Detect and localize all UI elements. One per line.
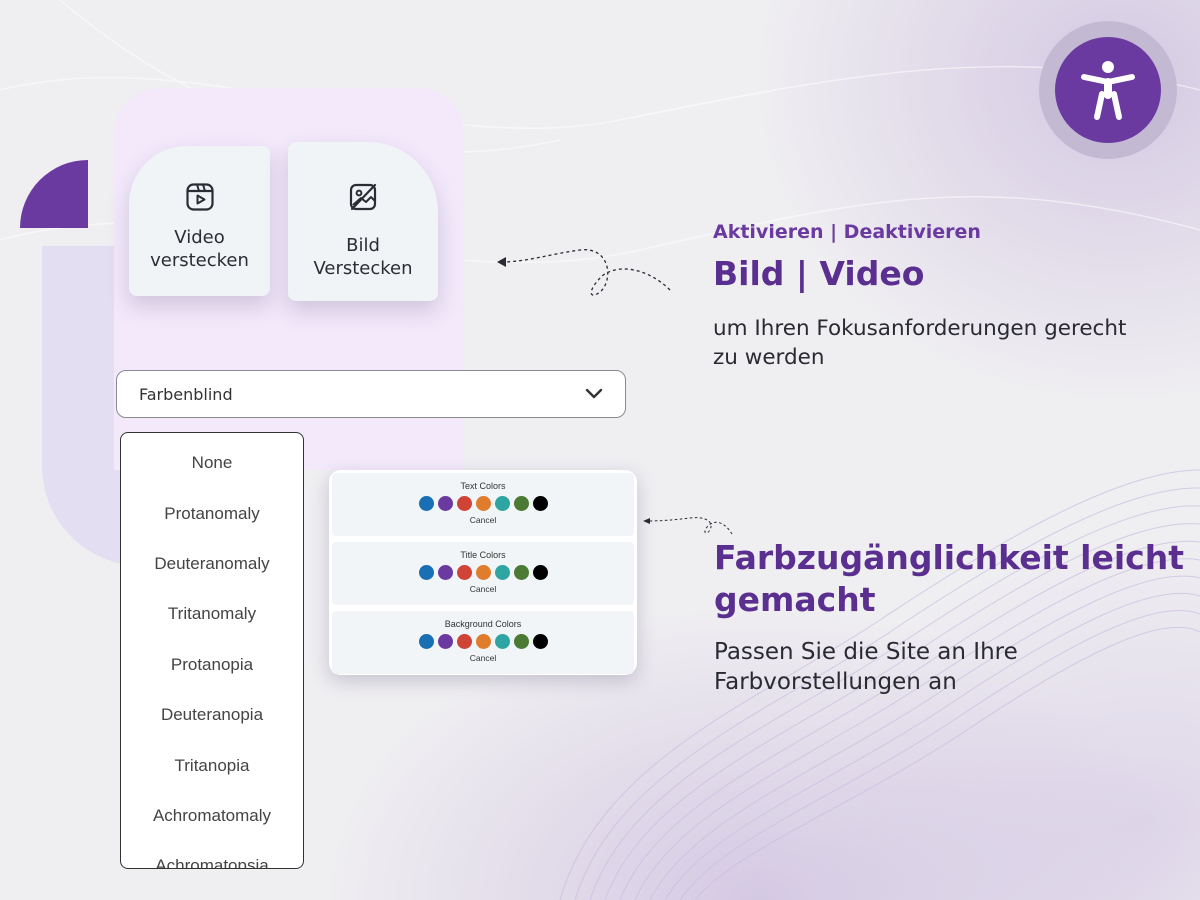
title-colors-section: Title Colors Cancel xyxy=(332,542,634,605)
color-swatch[interactable] xyxy=(456,565,472,580)
text-colors-section: Text Colors Cancel xyxy=(332,473,634,536)
color-swatch[interactable] xyxy=(437,565,453,580)
color-swatch[interactable] xyxy=(513,496,529,511)
dotted-arrow-2 xyxy=(643,517,733,535)
color-swatch[interactable] xyxy=(456,496,472,511)
option-achromatomaly[interactable]: Achromatomaly xyxy=(121,791,303,841)
colorblind-select-value: Farbenblind xyxy=(139,384,233,404)
color-swatch[interactable] xyxy=(418,634,434,649)
feature2-title: Farbzugänglichkeit leicht gemacht xyxy=(714,538,1185,619)
color-swatch[interactable] xyxy=(532,565,548,580)
dotted-arrow-1 xyxy=(497,249,671,296)
color-swatch[interactable] xyxy=(475,634,491,649)
option-protanomaly[interactable]: Protanomaly xyxy=(121,488,303,538)
background-colors-title: Background Colors xyxy=(444,619,522,629)
color-swatch[interactable] xyxy=(494,634,510,649)
color-swatch[interactable] xyxy=(513,565,529,580)
color-swatch[interactable] xyxy=(456,634,472,649)
colorblind-options-list[interactable]: None Protanomaly Deuteranomaly Tritanoma… xyxy=(120,432,304,869)
accessibility-person-icon xyxy=(1081,61,1135,120)
text-color-swatches xyxy=(418,496,548,511)
feature1-subtitle: Aktivieren | Deaktivieren xyxy=(713,221,981,243)
chevron-down-icon xyxy=(585,385,603,404)
background-colors-cancel-button[interactable]: Cancel xyxy=(470,653,496,663)
option-none[interactable]: None xyxy=(121,438,303,488)
option-deuteranomaly[interactable]: Deuteranomaly xyxy=(121,539,303,589)
option-achromatopsia[interactable]: Achromatopsia xyxy=(121,841,303,868)
feature2-description: Passen Sie die Site an Ihre Farbvorstell… xyxy=(714,639,1018,695)
image-off-icon xyxy=(348,182,378,212)
option-protanopia[interactable]: Protanopia xyxy=(121,640,303,690)
color-swatch[interactable] xyxy=(513,634,529,649)
title-color-swatches xyxy=(418,565,548,580)
hide-video-button[interactable]: Video verstecken xyxy=(129,146,270,296)
video-icon xyxy=(185,182,215,212)
accessibility-button[interactable] xyxy=(1039,21,1177,159)
colorblind-select[interactable]: Farbenblind xyxy=(116,370,626,418)
feature1-description: um Ihren Fokusanforderungen gerecht zu w… xyxy=(713,316,1127,370)
hide-image-button[interactable]: Bild Verstecken xyxy=(288,142,438,301)
color-swatch[interactable] xyxy=(475,565,491,580)
hide-video-label: Video verstecken xyxy=(150,227,249,271)
feature1-title: Bild | Video xyxy=(713,254,925,293)
color-swatch[interactable] xyxy=(437,496,453,511)
color-swatch[interactable] xyxy=(494,496,510,511)
color-picker-panel: Text Colors Cancel Title Colors Cancel B… xyxy=(329,470,637,675)
hide-image-label: Bild Verstecken xyxy=(313,235,413,279)
option-tritanopia[interactable]: Tritanopia xyxy=(121,740,303,790)
color-swatch[interactable] xyxy=(418,565,434,580)
option-deuteranopia[interactable]: Deuteranopia xyxy=(121,690,303,740)
option-tritanomaly[interactable]: Tritanomaly xyxy=(121,589,303,639)
color-swatch[interactable] xyxy=(437,634,453,649)
text-colors-cancel-button[interactable]: Cancel xyxy=(470,515,496,525)
color-swatch[interactable] xyxy=(475,496,491,511)
color-swatch[interactable] xyxy=(532,634,548,649)
color-swatch[interactable] xyxy=(418,496,434,511)
background-color-swatches xyxy=(418,634,548,649)
title-colors-title: Title Colors xyxy=(460,550,506,560)
text-colors-title: Text Colors xyxy=(460,481,506,491)
color-swatch[interactable] xyxy=(532,496,548,511)
color-swatch[interactable] xyxy=(494,565,510,580)
background-colors-section: Background Colors Cancel xyxy=(332,611,634,674)
title-colors-cancel-button[interactable]: Cancel xyxy=(470,584,496,594)
